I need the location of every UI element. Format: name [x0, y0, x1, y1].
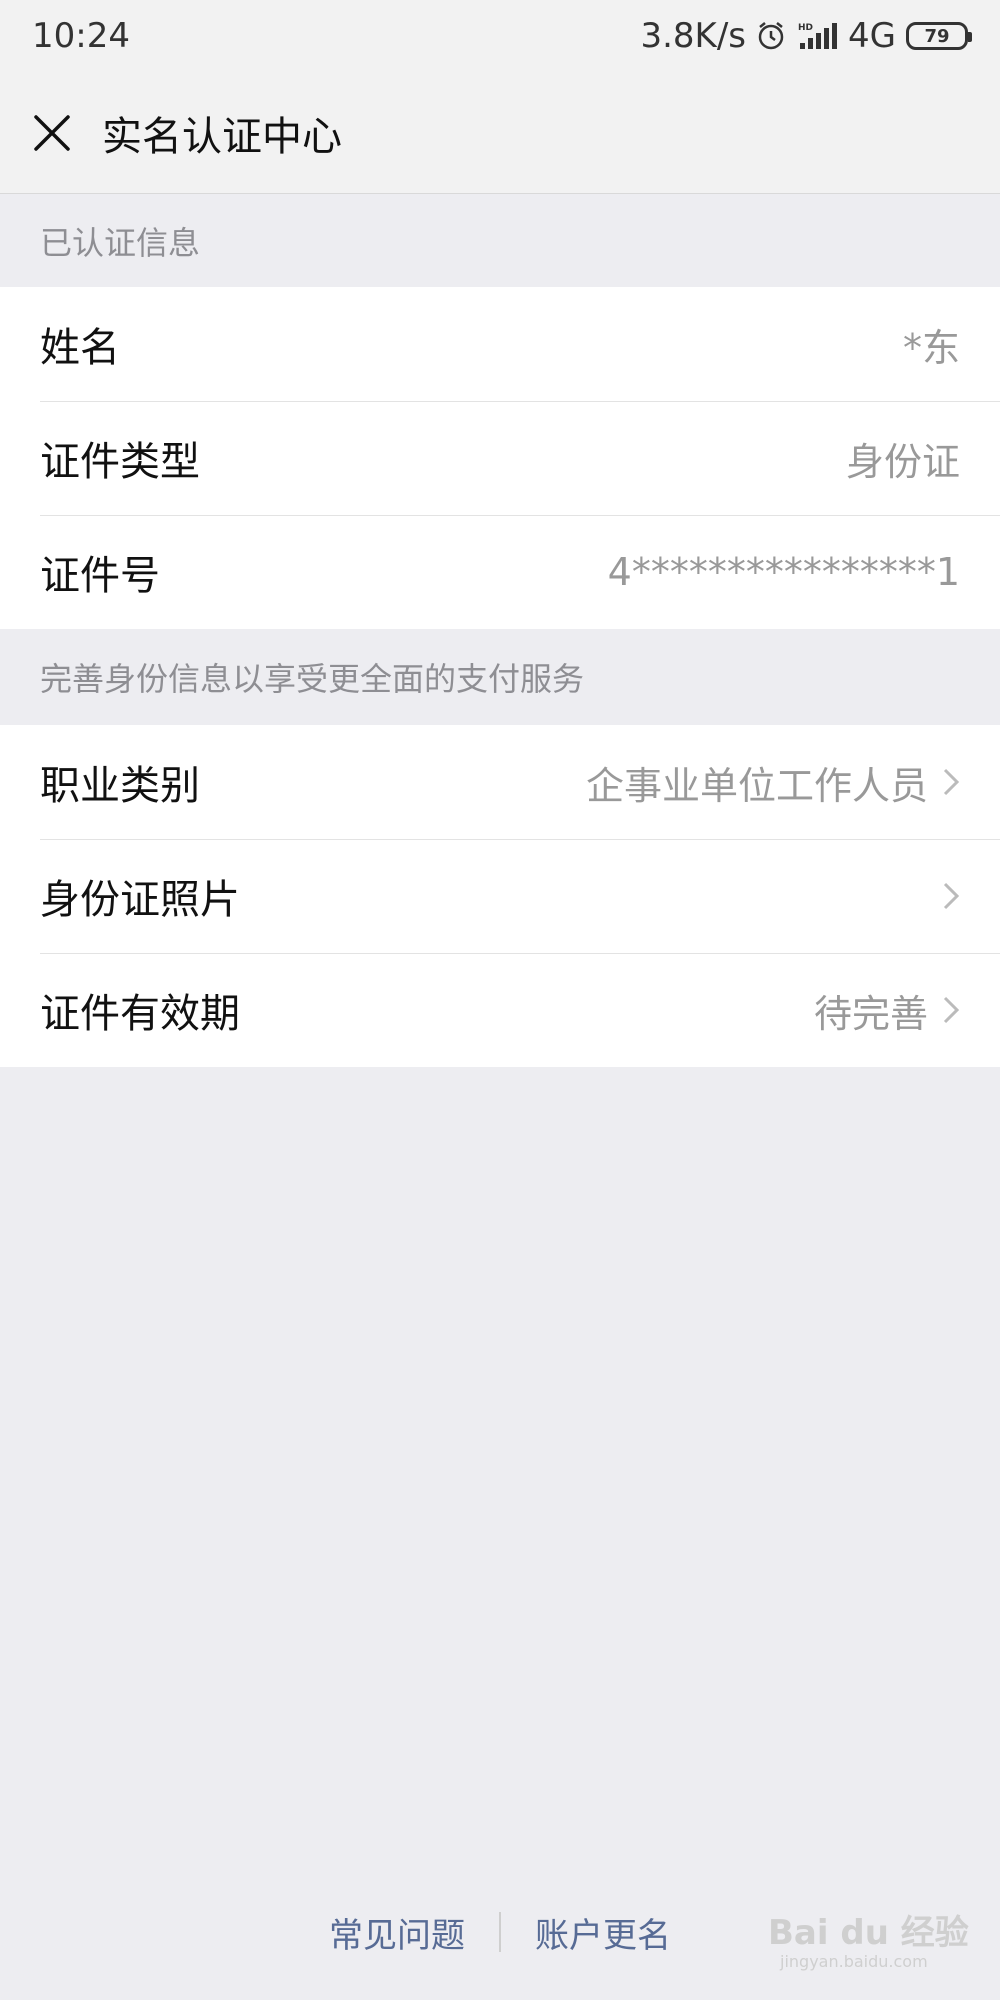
close-icon[interactable]	[32, 113, 72, 153]
faq-link[interactable]: 常见问题	[329, 1908, 465, 1957]
row-right: 企事业单位工作人员	[586, 755, 960, 810]
footer-divider	[499, 1912, 501, 1952]
row-label: 证件类型	[40, 439, 200, 485]
watermark-logo: Bai du 经验	[768, 1913, 969, 1953]
chevron-right-icon	[943, 996, 960, 1024]
status-bar: 10:24 3.8K/s HD 4G 79	[0, 0, 1000, 72]
row-value: 身份证	[845, 439, 960, 484]
title-bar: 实名认证中心	[0, 72, 1000, 194]
page-title: 实名认证中心	[102, 113, 342, 160]
row-value: *东	[902, 325, 960, 370]
watermark-url: jingyan.baidu.com	[780, 1952, 928, 1971]
svg-text:HD: HD	[798, 23, 813, 33]
row-label: 证件有效期	[40, 991, 240, 1037]
row-id-number: 证件号 4****************1	[0, 515, 1000, 629]
row-label: 姓名	[40, 325, 120, 371]
chevron-right-icon	[943, 882, 960, 910]
battery-level: 79	[924, 25, 950, 47]
row-value: 企事业单位工作人员	[585, 763, 928, 808]
alarm-icon	[758, 22, 784, 50]
status-icons: 3.8K/s HD 4G 79	[640, 16, 972, 56]
chevron-right-icon	[943, 768, 960, 796]
complete-info-group: 职业类别 企事业单位工作人员 身份证照片 证件有效期 待完善	[0, 725, 1000, 1067]
battery-icon: 79	[906, 22, 972, 50]
network-speed: 3.8K/s	[640, 16, 747, 56]
row-id-photo[interactable]: 身份证照片	[0, 839, 1000, 953]
row-right	[928, 881, 960, 911]
hd-signal-icon: HD	[798, 23, 838, 49]
section-header-complete: 完善身份信息以享受更全面的支付服务	[40, 660, 585, 698]
row-value: 4****************1	[607, 550, 960, 594]
section-header-verified: 已认证信息	[40, 224, 201, 262]
row-occupation[interactable]: 职业类别 企事业单位工作人员	[0, 725, 1000, 839]
status-time: 10:24	[32, 16, 130, 56]
row-id-type: 证件类型 身份证	[0, 401, 1000, 515]
row-label: 身份证照片	[40, 877, 240, 923]
account-rename-link[interactable]: 账户更名	[535, 1908, 671, 1957]
row-right: 待完善	[814, 983, 960, 1038]
row-label: 职业类别	[40, 763, 200, 809]
verified-info-group: 姓名 *东 证件类型 身份证 证件号 4****************1	[0, 287, 1000, 629]
row-value: 待完善	[813, 991, 928, 1036]
network-type: 4G	[848, 16, 896, 56]
row-label: 证件号	[40, 553, 160, 599]
row-name: 姓名 *东	[0, 287, 1000, 401]
row-id-validity[interactable]: 证件有效期 待完善	[0, 953, 1000, 1067]
